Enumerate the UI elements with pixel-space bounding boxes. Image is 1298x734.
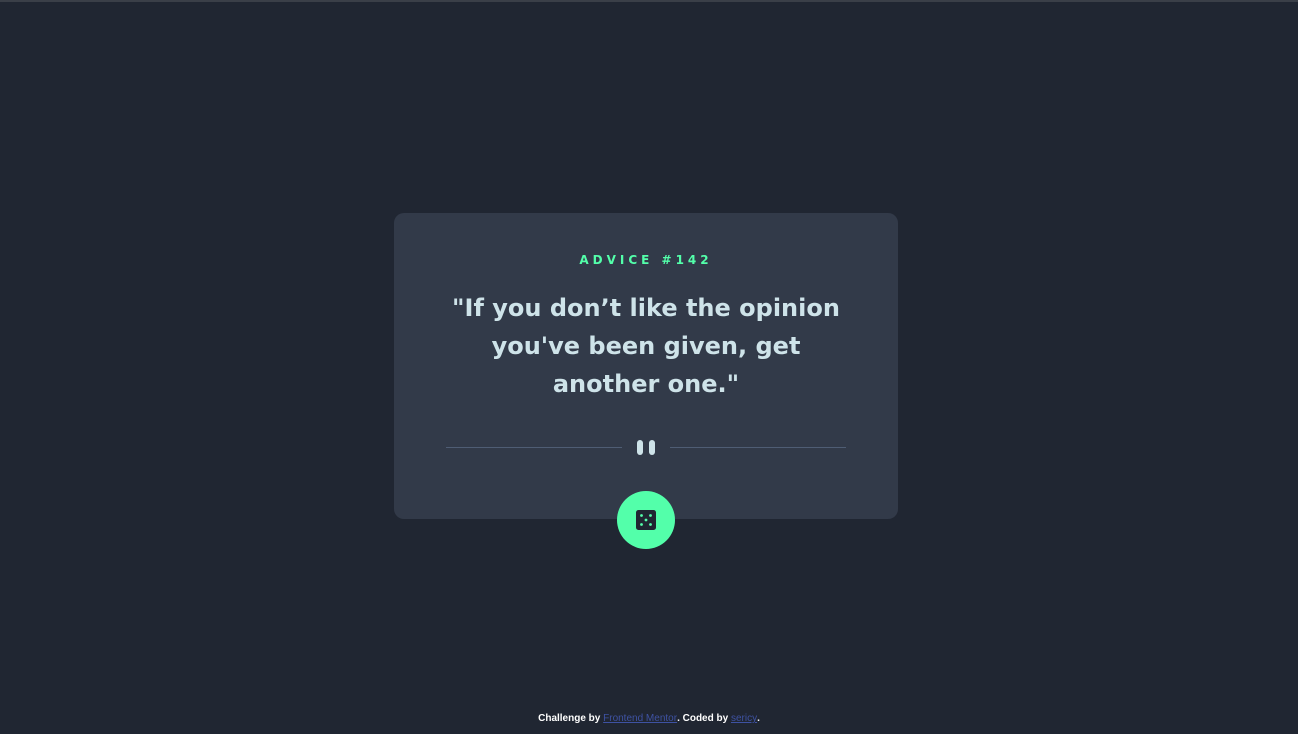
pause-icon: [637, 440, 655, 455]
generate-advice-button[interactable]: [617, 491, 675, 549]
footer-prefix: Challenge by: [538, 713, 604, 724]
advice-card: ADVICE #142 "If you don’t like the opini…: [394, 213, 898, 519]
advice-id-label: ADVICE #142: [579, 253, 713, 267]
advice-quote: "If you don’t like the opinion you've be…: [452, 294, 840, 398]
divider-line-right: [670, 447, 846, 448]
footer-middle: . Coded by: [677, 713, 731, 724]
window-top-edge: [0, 0, 1298, 2]
attribution-footer: Challenge by Frontend Mentor. Coded by s…: [0, 712, 1298, 726]
author-link[interactable]: sericy: [731, 713, 757, 724]
dice-icon: [636, 510, 656, 530]
footer-suffix: .: [757, 713, 760, 724]
frontend-mentor-link[interactable]: Frontend Mentor: [603, 713, 677, 724]
pattern-divider: [446, 440, 846, 456]
divider-line-left: [446, 447, 622, 448]
